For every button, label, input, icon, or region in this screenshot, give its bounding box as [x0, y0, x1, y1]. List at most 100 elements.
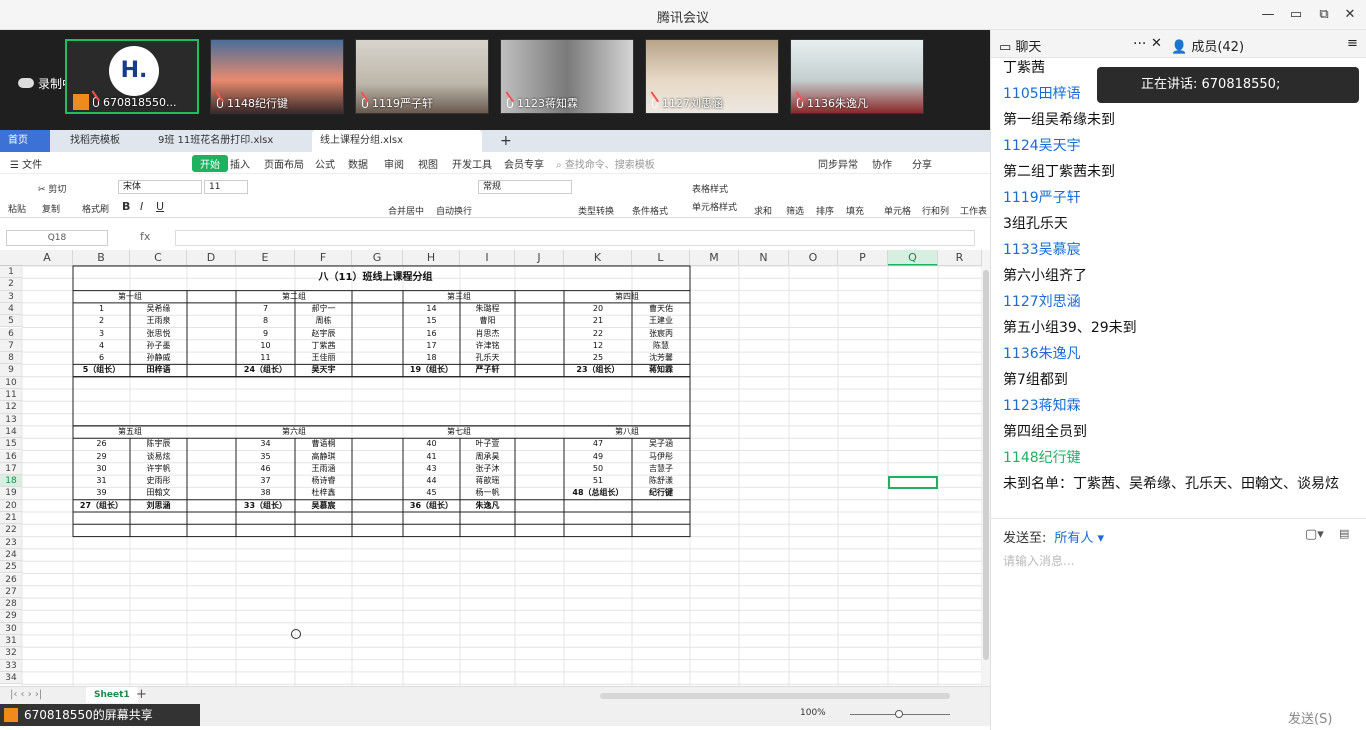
video-tile[interactable]: 1136朱逸凡: [790, 39, 924, 114]
underline-button[interactable]: U: [156, 200, 164, 213]
table-cell[interactable]: 49: [564, 451, 632, 463]
menu-insert[interactable]: 插入: [230, 156, 250, 171]
table-cell[interactable]: 40: [403, 438, 460, 450]
horizontal-scrollbar[interactable]: [600, 693, 950, 699]
table-cell[interactable]: 史雨彤: [130, 475, 187, 487]
paste-button[interactable]: 粘贴: [8, 202, 26, 215]
table-cell[interactable]: 许津铭: [460, 340, 515, 352]
video-tile[interactable]: 1148纪行键: [210, 39, 344, 114]
table-cell[interactable]: 吴天宇: [295, 364, 352, 376]
table-cell[interactable]: 18: [403, 352, 460, 364]
table-cell[interactable]: 41: [403, 451, 460, 463]
sync-status[interactable]: 同步异常: [818, 156, 858, 171]
folder-icon[interactable]: ▢▾: [1305, 527, 1324, 542]
group-header[interactable]: 第七组: [403, 426, 515, 438]
table-cell[interactable]: 田翰文: [130, 487, 187, 499]
table-cell[interactable]: 30: [73, 463, 130, 475]
table-cell[interactable]: 29: [73, 451, 130, 463]
table-cell[interactable]: 周栋: [295, 315, 352, 327]
table-cell[interactable]: 孔乐天: [460, 352, 515, 364]
screen-share-badge[interactable]: 670818550的屏幕共享: [0, 704, 200, 726]
close-chat-icon[interactable]: ✕: [1151, 36, 1162, 51]
table-cell[interactable]: 20: [564, 303, 632, 315]
menu-file[interactable]: ☰ 文件: [10, 156, 42, 171]
conditional-format-button[interactable]: 条件格式: [632, 204, 668, 217]
table-cell[interactable]: 郝宁一: [295, 303, 352, 315]
table-cell[interactable]: 45: [403, 487, 460, 499]
table-cell[interactable]: 16: [403, 328, 460, 340]
table-cell[interactable]: 蒋知霖: [632, 364, 690, 376]
rowcol-button[interactable]: 行和列: [922, 204, 949, 217]
group-header[interactable]: 第五组: [73, 426, 187, 438]
table-cell[interactable]: 2: [73, 315, 130, 327]
number-format-select[interactable]: 常规: [478, 180, 572, 194]
cell-style-button[interactable]: 单元格样式: [692, 200, 737, 213]
collab-button[interactable]: 协作: [872, 156, 892, 171]
format-painter-button[interactable]: 格式刷: [82, 202, 109, 215]
table-cell[interactable]: 10: [236, 340, 295, 352]
table-cell[interactable]: 许宇帆: [130, 463, 187, 475]
group-header[interactable]: 第三组: [403, 291, 515, 303]
bold-button[interactable]: B: [122, 200, 130, 213]
wrap-button[interactable]: 自动换行: [436, 204, 472, 217]
table-cell[interactable]: 34: [236, 438, 295, 450]
menu-member[interactable]: 会员专享: [504, 156, 544, 171]
cut-button[interactable]: ✂ 剪切: [38, 182, 66, 195]
table-cell[interactable]: 杨诗睿: [295, 475, 352, 487]
sort-button[interactable]: 排序: [816, 204, 834, 217]
table-cell[interactable]: 丁紫茜: [295, 340, 352, 352]
table-cell[interactable]: 吴慕宸: [295, 500, 352, 512]
zoom-knob[interactable]: [895, 710, 903, 718]
sheet-tab[interactable]: Sheet1: [86, 687, 138, 703]
group-header[interactable]: 第六组: [236, 426, 352, 438]
table-cell[interactable]: 51: [564, 475, 632, 487]
group-header[interactable]: 第八组: [564, 426, 690, 438]
menu-view[interactable]: 视图: [418, 156, 438, 171]
table-cell[interactable]: 6: [73, 352, 130, 364]
group-header[interactable]: 第一组: [73, 291, 187, 303]
sheet-nav-icon[interactable]: |‹ ‹ › ›|: [10, 689, 42, 700]
table-cell[interactable]: 33（组长）: [236, 500, 295, 512]
table-cell[interactable]: 周承昊: [460, 451, 515, 463]
table-cell[interactable]: 曹天佑: [632, 303, 690, 315]
restore-icon[interactable]: ▭: [1286, 6, 1306, 24]
font-size-select[interactable]: 11: [204, 180, 248, 194]
sheet-button[interactable]: 工作表: [960, 204, 987, 217]
table-cell[interactable]: 王建业: [632, 315, 690, 327]
table-cell[interactable]: 曹阳: [460, 315, 515, 327]
table-cell[interactable]: 15: [403, 315, 460, 327]
table-cell[interactable]: 蒋歆瑶: [460, 475, 515, 487]
close-icon[interactable]: ✕: [1340, 6, 1360, 24]
font-select[interactable]: 宋体: [118, 180, 202, 194]
video-tile[interactable]: 1127刘思涵: [645, 39, 779, 114]
table-cell[interactable]: 35: [236, 451, 295, 463]
tab-template[interactable]: 找稻壳模板: [62, 130, 142, 152]
sum-button[interactable]: 求和: [754, 204, 772, 217]
table-cell[interactable]: 吴希缘: [130, 303, 187, 315]
table-cell[interactable]: 陈慧: [632, 340, 690, 352]
share-button[interactable]: 分享: [912, 156, 932, 171]
more-icon[interactable]: ···: [1133, 36, 1146, 52]
table-cell[interactable]: 刘思涵: [130, 500, 187, 512]
cells-button[interactable]: 单元格: [884, 204, 911, 217]
table-cell[interactable]: 杨一帆: [460, 487, 515, 499]
video-tile[interactable]: 1119严子轩: [355, 39, 489, 114]
spreadsheet-grid[interactable]: ABCDEFGHIJKLMNOPQR 1 2 3 4 5 6 7 8 9 10 11 12 13 14 15…: [0, 250, 982, 686]
table-cell[interactable]: 沈芳馨: [632, 352, 690, 364]
filter-button[interactable]: 筛选: [786, 204, 804, 217]
table-cell[interactable]: 孙子墨: [130, 340, 187, 352]
formula-input[interactable]: [175, 230, 975, 246]
table-cell[interactable]: 吴子涵: [632, 438, 690, 450]
table-cell[interactable]: 37: [236, 475, 295, 487]
command-search[interactable]: ⌕ 查找命令、搜索模板: [556, 156, 655, 171]
table-cell[interactable]: 赵宇辰: [295, 328, 352, 340]
table-cell[interactable]: 22: [564, 328, 632, 340]
group-header[interactable]: 第四组: [564, 291, 690, 303]
send-button[interactable]: 发送(S): [1288, 708, 1332, 727]
selected-cell[interactable]: [888, 476, 938, 489]
table-cell[interactable]: 曹语桐: [295, 438, 352, 450]
table-cell[interactable]: 44: [403, 475, 460, 487]
table-cell[interactable]: 纪行键: [632, 487, 690, 499]
fx-icon[interactable]: fx: [140, 230, 150, 243]
table-cell[interactable]: 46: [236, 463, 295, 475]
